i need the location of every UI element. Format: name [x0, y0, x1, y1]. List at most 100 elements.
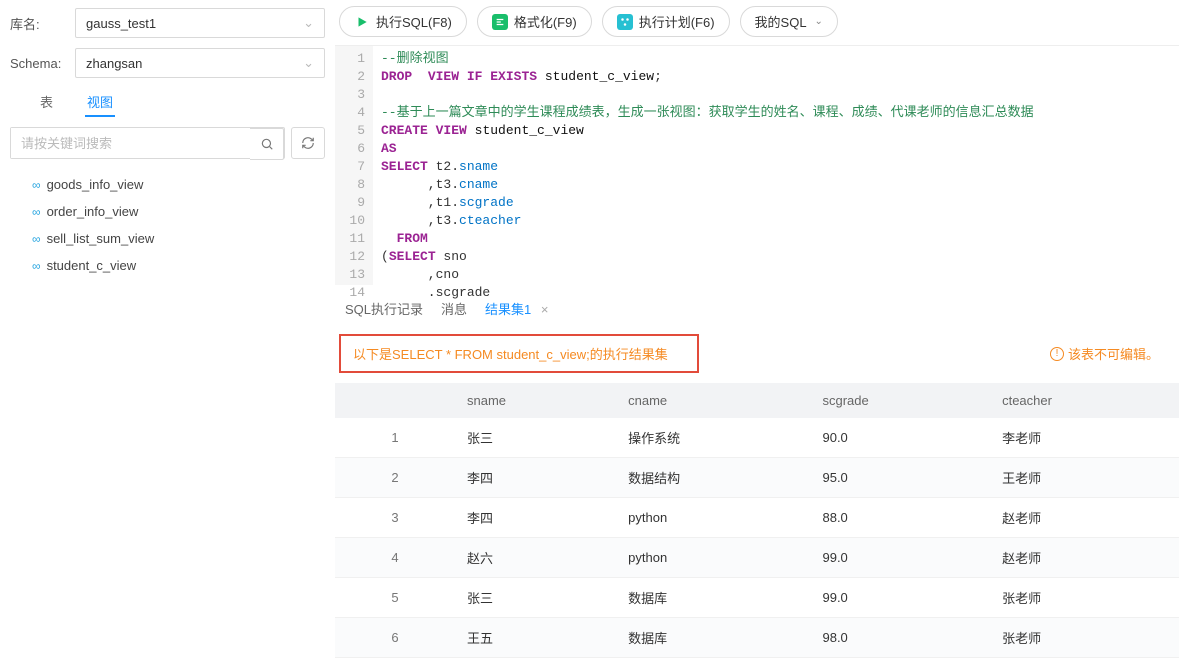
cell-cteacher: 赵老师 [990, 498, 1179, 538]
db-label: 库名: [10, 14, 75, 33]
view-icon: ∞ [32, 259, 41, 273]
editor-code[interactable]: --删除视图DROP VIEW IF EXISTS student_c_view… [373, 46, 1179, 285]
chevron-down-icon: ⌄ [303, 55, 314, 71]
column-sname[interactable]: sname [455, 383, 616, 418]
tree-item-label: student_c_view [47, 258, 137, 273]
run-sql-button[interactable]: 执行SQL(F8) [339, 6, 467, 37]
column-cteacher[interactable]: cteacher [990, 383, 1179, 418]
cell-cname: 操作系统 [616, 418, 810, 458]
chevron-down-icon: ⌄ [303, 15, 314, 31]
schema-select[interactable]: zhangsan ⌄ [75, 48, 325, 78]
format-label: 格式化(F9) [514, 12, 577, 31]
table-row[interactable]: 1 张三 操作系统 90.0 李老师 [335, 418, 1179, 458]
search-icon [260, 137, 274, 151]
cell-scgrade: 99.0 [810, 578, 990, 618]
cell-cteacher: 赵老师 [990, 538, 1179, 578]
cell-sname: 张三 [455, 418, 616, 458]
tab-result-label: 结果集1 [485, 302, 531, 317]
result-notice: 以下是SELECT * FROM student_c_view;的执行结果集 [339, 334, 699, 373]
cell-sname: 李四 [455, 498, 616, 538]
cell-cname: 数据库 [616, 578, 810, 618]
cell-index: 5 [335, 578, 455, 618]
cell-cteacher: 李老师 [990, 418, 1179, 458]
table-row[interactable]: 6 王五 数据库 98.0 张老师 [335, 618, 1179, 658]
tree-item[interactable]: ∞ student_c_view [28, 252, 325, 279]
tab-view[interactable]: 视图 [85, 88, 115, 117]
cell-cname: python [616, 498, 810, 538]
tree-item-label: sell_list_sum_view [47, 231, 155, 246]
table-row[interactable]: 3 李四 python 88.0 赵老师 [335, 498, 1179, 538]
view-icon: ∞ [32, 205, 41, 219]
cell-cname: python [616, 538, 810, 578]
cell-index: 4 [335, 538, 455, 578]
cell-scgrade: 98.0 [810, 618, 990, 658]
tree-item[interactable]: ∞ sell_list_sum_view [28, 225, 325, 252]
cell-index: 2 [335, 458, 455, 498]
cell-sname: 李四 [455, 458, 616, 498]
run-sql-label: 执行SQL(F8) [376, 12, 452, 31]
cell-sname: 张三 [455, 578, 616, 618]
readonly-warning-text: 该表不可编辑。 [1068, 344, 1159, 363]
tree-item[interactable]: ∞ goods_info_view [28, 171, 325, 198]
tab-messages[interactable]: 消息 [441, 299, 467, 318]
column-scgrade[interactable]: scgrade [810, 383, 990, 418]
explain-plan-button[interactable]: 执行计划(F6) [602, 6, 730, 37]
db-select-value: gauss_test1 [86, 16, 156, 31]
cell-sname: 赵六 [455, 538, 616, 578]
cell-scgrade: 95.0 [810, 458, 990, 498]
column-index[interactable] [335, 383, 455, 418]
search-box [10, 127, 285, 159]
plan-label: 执行计划(F6) [639, 12, 715, 31]
tab-result-set-1[interactable]: 结果集1 × [485, 299, 548, 318]
tree-item[interactable]: ∞ order_info_view [28, 198, 325, 225]
my-sql-label: 我的SQL [755, 12, 807, 31]
chevron-down-icon: ⌄ [815, 16, 823, 27]
refresh-button[interactable] [291, 127, 325, 159]
view-icon: ∞ [32, 232, 41, 246]
sql-editor[interactable]: 1234567891011121314 --删除视图DROP VIEW IF E… [335, 45, 1179, 285]
table-row[interactable]: 2 李四 数据结构 95.0 王老师 [335, 458, 1179, 498]
plan-icon [617, 14, 633, 30]
cell-index: 3 [335, 498, 455, 538]
warning-icon: ! [1050, 347, 1064, 361]
schema-label: Schema: [10, 56, 75, 71]
view-icon: ∞ [32, 178, 41, 192]
cell-cteacher: 张老师 [990, 578, 1179, 618]
search-input[interactable] [11, 128, 250, 158]
result-tabs: SQL执行记录 消息 结果集1 × [335, 285, 1179, 328]
sidebar: 库名: gauss_test1 ⌄ Schema: zhangsan ⌄ 表 视… [0, 0, 335, 629]
result-notice-row: 以下是SELECT * FROM student_c_view;的执行结果集 !… [335, 328, 1179, 383]
search-button[interactable] [250, 128, 284, 160]
main: 执行SQL(F8) 格式化(F9) 执行计划(F6) 我的SQL ⌄ 1234 [335, 0, 1179, 629]
tree-item-label: goods_info_view [47, 177, 144, 192]
tree-item-label: order_info_view [47, 204, 139, 219]
cell-index: 6 [335, 618, 455, 658]
db-select[interactable]: gauss_test1 ⌄ [75, 8, 325, 38]
view-tree: ∞ goods_info_view ∞ order_info_view ∞ sell_… [10, 171, 325, 279]
editor-gutter: 1234567891011121314 [335, 46, 373, 285]
toolbar: 执行SQL(F8) 格式化(F9) 执行计划(F6) 我的SQL ⌄ [335, 6, 1179, 45]
cell-index: 1 [335, 418, 455, 458]
cell-scgrade: 99.0 [810, 538, 990, 578]
my-sql-button[interactable]: 我的SQL ⌄ [740, 6, 838, 37]
cell-cteacher: 张老师 [990, 618, 1179, 658]
cell-cteacher: 王老师 [990, 458, 1179, 498]
play-icon [354, 14, 370, 30]
column-cname[interactable]: cname [616, 383, 810, 418]
tab-sql-history[interactable]: SQL执行记录 [345, 299, 423, 318]
cell-scgrade: 90.0 [810, 418, 990, 458]
schema-select-value: zhangsan [86, 56, 142, 71]
refresh-icon [301, 136, 315, 150]
cell-scgrade: 88.0 [810, 498, 990, 538]
cell-cname: 数据结构 [616, 458, 810, 498]
cell-sname: 王五 [455, 618, 616, 658]
format-button[interactable]: 格式化(F9) [477, 6, 592, 37]
table-row[interactable]: 5 张三 数据库 99.0 张老师 [335, 578, 1179, 618]
readonly-warning: ! 该表不可编辑。 [1050, 344, 1159, 363]
table-row[interactable]: 4 赵六 python 99.0 赵老师 [335, 538, 1179, 578]
tab-table[interactable]: 表 [38, 88, 55, 117]
result-table: sname cname scgrade cteacher 1 张三 操作系统 9… [335, 383, 1179, 658]
cell-cname: 数据库 [616, 618, 810, 658]
format-icon [492, 14, 508, 30]
close-icon[interactable]: × [541, 302, 549, 317]
